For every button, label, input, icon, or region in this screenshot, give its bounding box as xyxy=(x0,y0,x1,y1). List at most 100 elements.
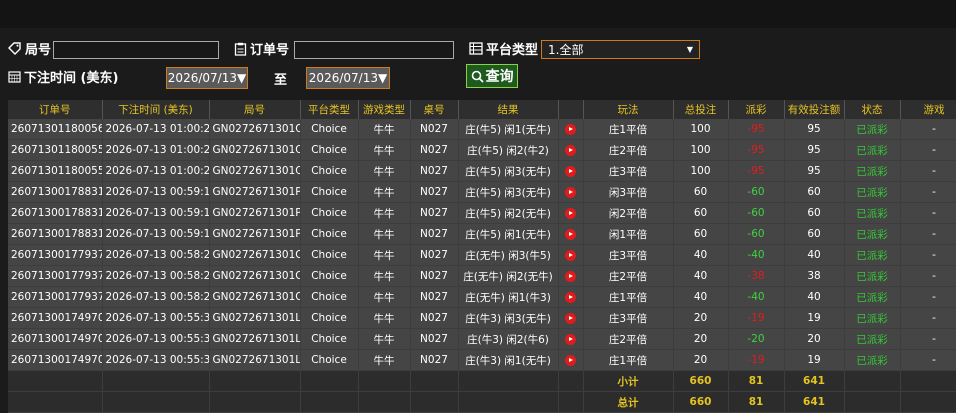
order-input[interactable] xyxy=(294,41,454,59)
tag-icon xyxy=(8,42,21,55)
platform-cell: Choice xyxy=(300,202,359,224)
column-header: 订单号 xyxy=(8,100,103,119)
table-no-cell: N027 xyxy=(410,265,459,287)
result-cell: 庄(无牛) 闲3(牛5) xyxy=(458,244,559,266)
play-video-icon[interactable] xyxy=(565,123,576,135)
table-row[interactable]: 260713001788314 2026-07-13 00:59:16 GN0272… xyxy=(8,181,956,203)
table-row[interactable]: 260713011800558 2026-07-13 01:00:24 GN0272… xyxy=(8,160,956,182)
date-from-picker[interactable]: 2026/07/13▼ xyxy=(166,67,248,89)
play-video-icon[interactable] xyxy=(565,354,576,366)
game-type-cell: 牛牛 xyxy=(358,265,411,287)
payout-cell: -19 xyxy=(728,307,785,329)
play-video-icon[interactable] xyxy=(565,165,576,177)
table-no-cell: N027 xyxy=(410,202,459,224)
play-video-icon[interactable] xyxy=(565,186,576,198)
payout-cell: -60 xyxy=(728,181,785,203)
extra-cell: - xyxy=(900,181,956,203)
order-id-cell: 260713011800559 xyxy=(8,139,103,161)
play-cell xyxy=(558,328,584,350)
round-input[interactable] xyxy=(53,41,219,59)
total-bet-cell: 20 xyxy=(673,307,729,329)
platform-cell: Choice xyxy=(300,139,359,161)
play-video-icon[interactable] xyxy=(565,249,576,261)
round-id-cell: GN0272671301L xyxy=(209,328,301,350)
result-cell: 庄(牛5) 闲2(牛2) xyxy=(458,139,559,161)
table-row[interactable]: 260713001788312 2026-07-13 00:59:16 GN0272… xyxy=(8,223,956,245)
table-no-cell: N027 xyxy=(410,119,459,140)
search-icon xyxy=(471,70,484,83)
play-video-icon[interactable] xyxy=(565,144,576,156)
payout-cell: -19 xyxy=(728,349,785,371)
platform-select[interactable]: 1.全部 ▼ xyxy=(541,40,700,59)
subtotal-label: 小计 xyxy=(583,370,674,392)
column-header: 玩法 xyxy=(583,100,674,119)
platform-cell: Choice xyxy=(300,160,359,182)
table-row[interactable]: 260713001749705 2026-07-13 00:55:35 GN0272… xyxy=(8,307,956,329)
result-cell: 庄(牛3) 闲2(牛6) xyxy=(458,328,559,350)
order-id-cell: 260713011800560 xyxy=(8,119,103,140)
round-id-cell: GN0272671301P xyxy=(209,202,301,224)
round-id-cell: GN0272671301O xyxy=(209,286,301,308)
table-row[interactable]: 260713001788313 2026-07-13 00:59:16 GN0272… xyxy=(8,202,956,224)
order-id-cell: 260713001749704 xyxy=(8,328,103,350)
total-row: 总计 660 81 641 xyxy=(8,391,956,413)
total-bet: 660 xyxy=(673,391,729,413)
order-id-cell: 260713001749705 xyxy=(8,307,103,329)
table-row[interactable]: 260713001749703 2026-07-13 00:55:35 GN0272… xyxy=(8,349,956,371)
status-cell: 已派彩 xyxy=(844,202,901,224)
payout-cell: -38 xyxy=(728,265,785,287)
game-type-cell: 牛牛 xyxy=(358,139,411,161)
total-bet-cell: 20 xyxy=(673,349,729,371)
empty-cell xyxy=(8,391,103,413)
extra-cell: - xyxy=(900,307,956,329)
play-video-icon[interactable] xyxy=(565,333,576,345)
play-cell xyxy=(558,202,584,224)
platform-cell: Choice xyxy=(300,307,359,329)
payout-cell: -60 xyxy=(728,202,785,224)
column-header: 游戏类型 xyxy=(358,100,411,119)
status-cell: 已派彩 xyxy=(844,181,901,203)
play-video-icon[interactable] xyxy=(565,291,576,303)
date-to-picker[interactable]: 2026/07/13▼ xyxy=(306,67,390,89)
platform-cell: Choice xyxy=(300,223,359,245)
total-bet-cell: 60 xyxy=(673,202,729,224)
order-id-cell: 260713001788313 xyxy=(8,202,103,224)
column-header xyxy=(558,100,584,119)
play-video-icon[interactable] xyxy=(565,207,576,219)
play-cell xyxy=(558,349,584,371)
status-cell: 已派彩 xyxy=(844,223,901,245)
table-row[interactable]: 260713011800560 2026-07-13 01:00:24 GN0272… xyxy=(8,119,956,140)
column-header: 游戏 xyxy=(900,100,956,119)
order-label: 订单号 xyxy=(234,39,289,58)
total-bet-cell: 60 xyxy=(673,181,729,203)
table-row[interactable]: 260713001749704 2026-07-13 00:55:35 GN0272… xyxy=(8,328,956,350)
empty-cell xyxy=(410,370,459,392)
query-button[interactable]: 查询 xyxy=(466,64,518,88)
play-cell xyxy=(558,307,584,329)
empty-cell xyxy=(558,370,584,392)
result-cell: 庄(无牛) 闲1(牛3) xyxy=(458,286,559,308)
empty-cell xyxy=(300,370,359,392)
subtotal-bet: 660 xyxy=(673,370,729,392)
game-type-cell: 牛牛 xyxy=(358,181,411,203)
table-row[interactable]: 260713011800559 2026-07-13 01:00:24 GN0272… xyxy=(8,139,956,161)
bet-type-cell: 庄3平倍 xyxy=(583,244,674,266)
extra-cell: - xyxy=(900,265,956,287)
extra-cell: - xyxy=(900,202,956,224)
table-row[interactable]: 260713001779372 2026-07-13 00:58:25 GN0272… xyxy=(8,265,956,287)
play-video-icon[interactable] xyxy=(565,270,576,282)
bet-type-cell: 闲2平倍 xyxy=(583,202,674,224)
platform-cell: Choice xyxy=(300,181,359,203)
play-video-icon[interactable] xyxy=(565,312,576,324)
payout-cell: -95 xyxy=(728,119,785,140)
round-id-cell: GN0272671301P xyxy=(209,181,301,203)
play-video-icon[interactable] xyxy=(565,228,576,240)
extra-cell: - xyxy=(900,223,956,245)
table-row[interactable]: 260713001779373 2026-07-13 00:58:25 GN0272… xyxy=(8,244,956,266)
round-id-cell: GN0272671301Q xyxy=(209,160,301,182)
table-row[interactable]: 260713001779371 2026-07-13 00:58:25 GN0272… xyxy=(8,286,956,308)
empty-cell xyxy=(410,391,459,413)
table-no-cell: N027 xyxy=(410,286,459,308)
platform-cell: Choice xyxy=(300,349,359,371)
round-id-cell: GN0272671301P xyxy=(209,223,301,245)
